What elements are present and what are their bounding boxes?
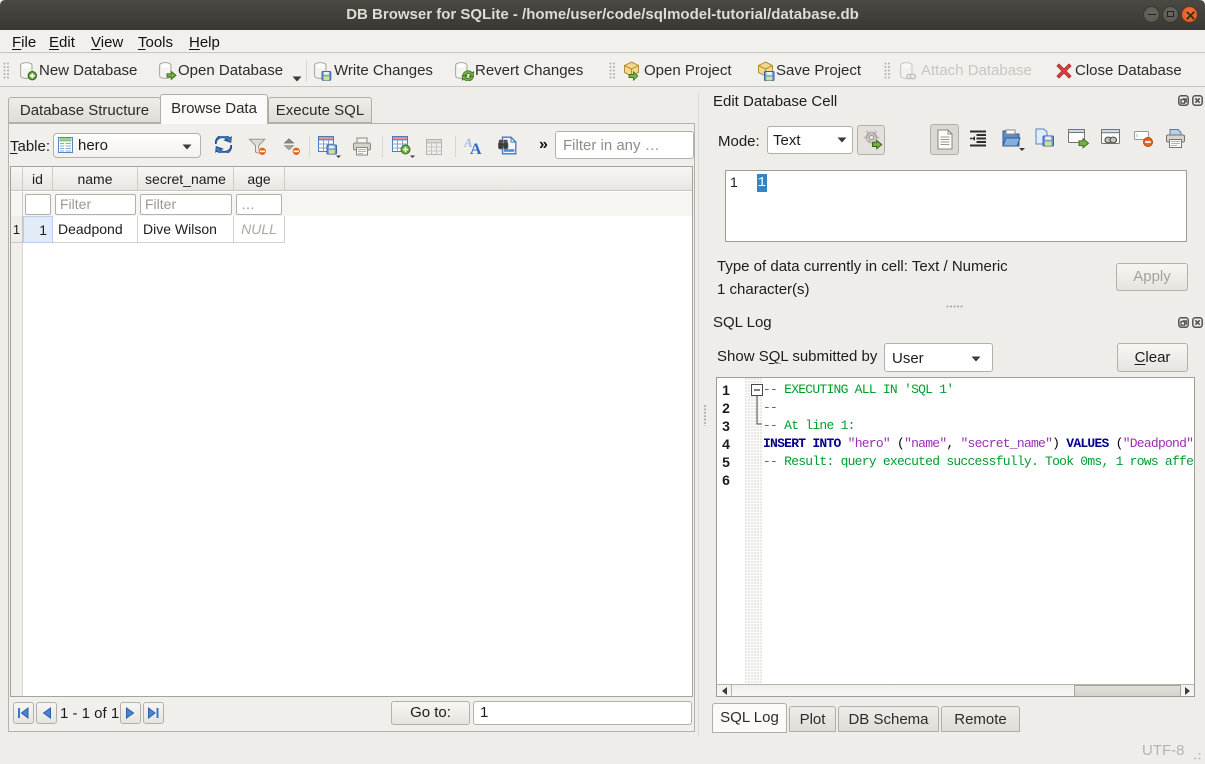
svg-text:A: A bbox=[470, 141, 482, 156]
